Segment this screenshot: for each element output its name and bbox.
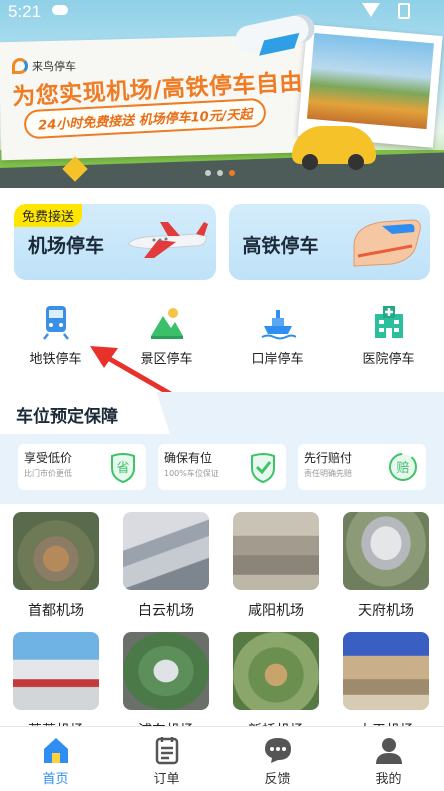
section-title-bg: 车位预定保障 (0, 392, 170, 434)
category-port[interactable]: 口岸停车 (222, 304, 333, 367)
brand: 来鸟停车 (12, 58, 76, 74)
guarantee-low-price[interactable]: 享受低价 比门市价更低 省 (18, 444, 146, 490)
airport-photo (13, 632, 99, 710)
brand-logo-icon (12, 58, 28, 74)
airport-name: 首都机场 (28, 603, 84, 619)
airport-card-xinqiao[interactable]: 新桥机场 (226, 632, 326, 740)
airport-photo (123, 632, 209, 710)
airport-parking-card[interactable]: 免费接送 机场停车 (14, 204, 216, 280)
airport-card-taiping[interactable]: 太平机场 (336, 632, 436, 740)
bottom-tab-bar: 首页 订单 反馈 我的 (0, 726, 444, 791)
tab-label: 反馈 (264, 772, 291, 787)
airport-photo (123, 512, 209, 590)
airport-photo (13, 512, 99, 590)
train-parking-label: 高铁停车 (242, 235, 319, 257)
gamepad-icon (52, 5, 68, 15)
airport-photo (343, 512, 429, 590)
airport-card-xiaoxiao[interactable]: 萧萧机场 (6, 632, 106, 740)
airport-name: 咸阳机场 (248, 603, 304, 619)
tab-feedback[interactable]: 反馈 (222, 727, 333, 791)
battery-icon (398, 3, 410, 19)
airport-card-baiyun[interactable]: 白云机场 (116, 512, 216, 620)
parking-categories: 地铁停车 景区停车 口岸停车 医院停车 (0, 304, 444, 367)
status-time: 5:21 (8, 2, 42, 21)
train-parking-card[interactable]: 高铁停车 (228, 204, 430, 280)
wifi-icon (362, 3, 380, 17)
home-icon (43, 738, 68, 763)
category-hospital[interactable]: 医院停车 (333, 304, 444, 367)
profile-icon (375, 738, 402, 764)
tab-home[interactable]: 首页 (0, 727, 111, 791)
compensation-icon: 赔 (389, 453, 417, 481)
compensation-glyph: 赔 (396, 461, 409, 476)
section-title: 车位预定保障 (16, 407, 118, 427)
free-shuttle-badge: 免费接送 (14, 204, 83, 227)
tab-profile[interactable]: 我的 (333, 727, 444, 791)
airport-card-tianfu[interactable]: 天府机场 (336, 512, 436, 620)
car-illustration (292, 126, 376, 170)
save-money-icon: 省 (111, 453, 135, 484)
airport-parking-label: 机场停车 (28, 235, 105, 257)
guarantee-compensation[interactable]: 先行赔付 责任明确先赔 赔 (298, 444, 426, 490)
promo-banner[interactable]: 5:21 来鸟停车 为您实现机场/高铁停车自由 24小时免费接送 机场停车10元… (0, 0, 444, 188)
parking-type-cards: 免费接送 机场停车 高铁停车 (14, 204, 430, 280)
feedback-chat-icon (264, 738, 291, 763)
airport-card-capital[interactable]: 首都机场 (6, 512, 106, 620)
ship-icon (261, 310, 296, 340)
booking-guarantee-section: 车位预定保障 享受低价 比门市价更低 省 确保有位 100%车位保证 先行赔付 … (0, 392, 444, 504)
order-list-icon (155, 737, 178, 765)
carousel-dot-active (229, 170, 235, 176)
category-label: 医院停车 (362, 352, 415, 367)
category-label: 地铁停车 (29, 352, 82, 367)
guarantee-items: 享受低价 比门市价更低 省 确保有位 100%车位保证 先行赔付 责任明确先赔 … (18, 444, 426, 490)
save-glyph: 省 (116, 461, 129, 476)
shield-check-icon (251, 453, 275, 484)
airport-name: 天府机场 (358, 603, 414, 619)
category-label: 口岸停车 (251, 352, 304, 367)
carousel-dot (217, 170, 223, 176)
tab-label: 首页 (42, 772, 69, 787)
tab-orders[interactable]: 订单 (111, 727, 222, 791)
scenic-mountain-icon (150, 308, 183, 339)
brand-name: 来鸟停车 (32, 61, 76, 73)
airport-card-xianyang[interactable]: 咸阳机场 (226, 512, 326, 620)
airport-name: 白云机场 (138, 603, 194, 619)
airport-photo (233, 632, 319, 710)
tab-label: 我的 (375, 772, 402, 787)
airport-photo (233, 512, 319, 590)
tab-label: 订单 (153, 772, 180, 787)
hospital-icon (374, 306, 403, 338)
airplane-icon (126, 222, 208, 258)
carousel-dot (205, 170, 211, 176)
carousel-dots (205, 170, 235, 176)
airport-photo (343, 632, 429, 710)
subway-icon (42, 306, 69, 340)
high-speed-train-icon (353, 219, 421, 267)
airport-card-pudong[interactable]: 浦东机场 (116, 632, 216, 740)
guarantee-spot[interactable]: 确保有位 100%车位保证 (158, 444, 286, 490)
